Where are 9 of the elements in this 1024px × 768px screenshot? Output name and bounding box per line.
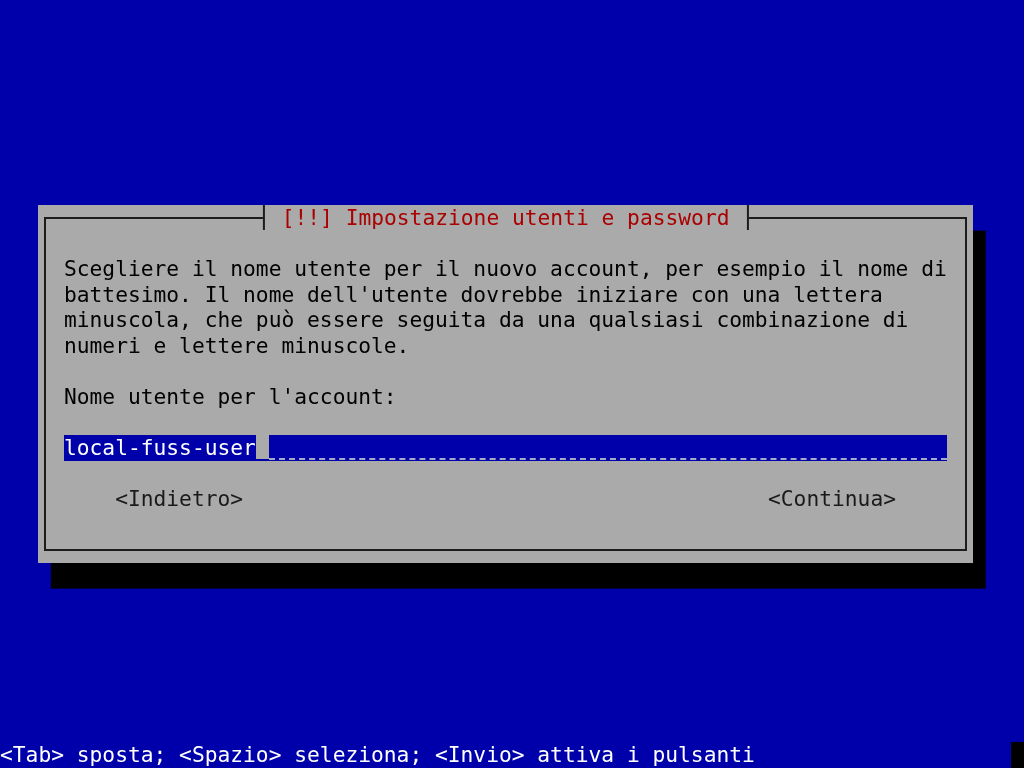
dialog-button[interactable]: <Indietro> [115, 486, 244, 512]
dialog-button[interactable]: <Continua> [768, 486, 896, 512]
input-field[interactable]: local-fuss-user [63, 435, 948, 461]
field-label: Nome utente per l'account: [63, 383, 397, 410]
description-text: Scegliere il nome utente per il nuovo account, per esempio il nome di battesimo. Il nome dell'utente dovrebbe iniziare con una lettera minuscola, che può essere seguita da una qualsiasi combinazione di numeri e lettere minuscole. [63, 256, 948, 359]
text-cursor-icon [255, 435, 269, 461]
dialog-title: [!!] Impostazione utenti e password [262, 204, 749, 231]
block-cursor-icon [1011, 742, 1024, 768]
status-bar-text: <Tab> sposta; <Spazio> seleziona; <Invio> attiva i pulsanti [0, 742, 755, 768]
